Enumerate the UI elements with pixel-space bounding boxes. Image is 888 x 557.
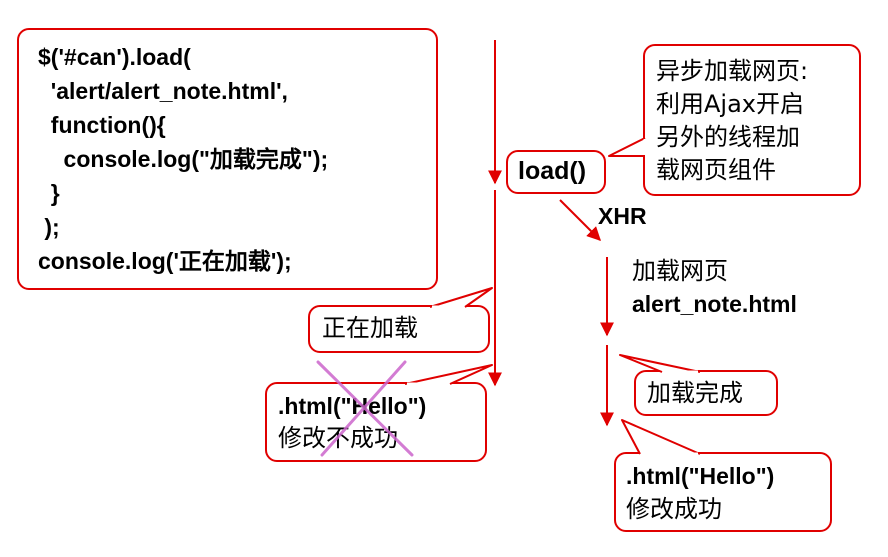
load-done-callout-tail bbox=[619, 354, 701, 373]
async-callout-tail bbox=[608, 137, 646, 157]
loading-callout-tail bbox=[429, 287, 493, 308]
html-ok-callout-tail bbox=[621, 419, 701, 455]
diagram-overlay bbox=[316, 40, 701, 457]
xhr-arrow bbox=[559, 199, 601, 241]
cross-icon bbox=[316, 360, 414, 457]
html-fail-callout-tail bbox=[404, 364, 493, 385]
